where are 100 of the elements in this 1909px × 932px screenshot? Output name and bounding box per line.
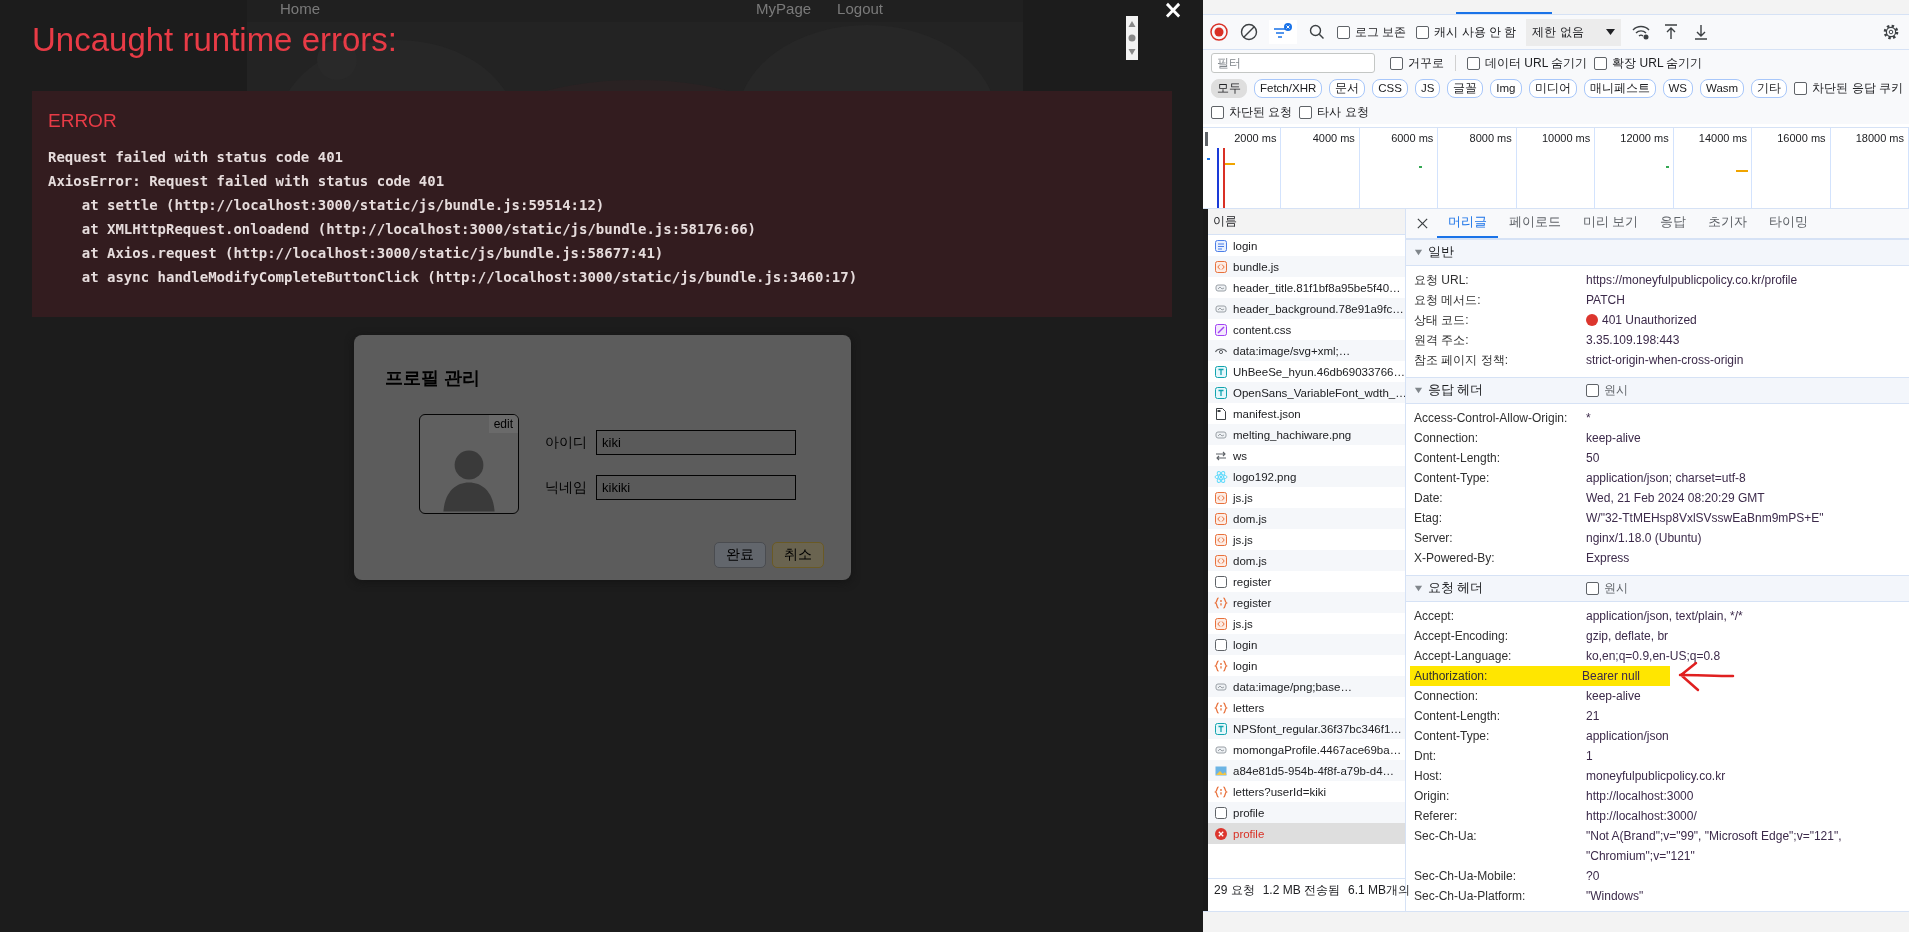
file-icon [1214,406,1228,421]
checkbox[interactable] [1467,56,1480,70]
request-name: content.css [1233,323,1292,336]
edit-button[interactable]: edit [488,415,518,433]
request-row[interactable]: register [1208,592,1405,613]
header-name: Connection: [1414,688,1480,705]
close-icon[interactable] [1416,217,1429,230]
request-row[interactable]: content.css [1208,319,1405,340]
type-filter-chip[interactable]: Wasm [1700,78,1745,98]
request-row[interactable]: login [1208,655,1405,676]
checkbox-label: 타사 요청 [1317,103,1369,121]
nav-link[interactable]: MyPage [756,0,812,18]
tab[interactable]: 미리 보기 [1572,209,1650,238]
section-title[interactable]: 응답 헤더 [1428,382,1484,399]
header-value: Bearer null [1582,666,1671,686]
section-title[interactable]: 일반 [1428,244,1454,261]
type-filter-chip[interactable]: 미디어 [1528,78,1577,98]
scroll-control-icon[interactable] [1126,16,1138,60]
tab[interactable]: 응답 [1649,209,1698,238]
type-filter-chip[interactable]: Img [1490,78,1522,98]
checkbox[interactable] [1586,582,1599,595]
confirm-button[interactable]: 완료 [714,542,766,568]
close-button[interactable]: × [1158,0,1187,22]
settings-icon[interactable] [1881,22,1901,42]
request-row[interactable]: login [1208,235,1405,256]
checkbox-label: 거꾸로 [1408,54,1444,72]
type-filter-chip[interactable]: 글꼴 [1447,78,1484,98]
request-name: login [1233,659,1258,672]
header-value: application/json; charset=utf-8 [1586,470,1746,487]
filter-field[interactable]: 필터 [1211,53,1375,73]
expand-triangle-icon[interactable] [1414,248,1423,257]
request-row[interactable]: profile [1208,802,1405,823]
request-row[interactable]: js.js [1208,487,1405,508]
record-button[interactable] [1209,22,1229,42]
request-row[interactable]: ws [1208,445,1405,466]
type-filter-chip[interactable]: Fetch/XHR [1254,78,1323,98]
request-row[interactable]: profile [1208,823,1405,844]
summary-text: 1.2 MB 전송됨 [1262,881,1341,899]
request-row[interactable]: register [1208,571,1405,592]
type-filter-chip[interactable]: 문서 [1329,78,1366,98]
type-filter-chip[interactable]: JS [1414,78,1441,98]
cancel-button[interactable]: 취소 [772,542,824,568]
header-value: 1 [1586,748,1593,765]
request-row[interactable]: NPSfont_regular.36f37bc346f1… [1208,718,1405,739]
request-row[interactable]: dom.js [1208,550,1405,571]
header-value: "Windows" [1586,888,1644,905]
nav-link[interactable]: Logout [837,0,883,18]
checkbox[interactable] [1416,25,1430,39]
request-row[interactable]: js.js [1208,529,1405,550]
request-row[interactable]: OpenSans_VariableFont_wdth_… [1208,382,1405,403]
column-header[interactable]: 이름 [1208,209,1405,235]
error-heading: ERROR [48,109,118,133]
request-row[interactable]: manifest.json [1208,403,1405,424]
header-value: keep-alive [1586,688,1641,705]
request-row[interactable]: header_background.78e91a9fc… [1208,298,1405,319]
request-row[interactable]: login [1208,634,1405,655]
type-filter-chip[interactable]: 모두 [1211,78,1247,98]
clear-icon[interactable] [1239,22,1259,42]
checkbox[interactable] [1594,56,1608,70]
request-row[interactable]: data:image/svg+xml;… [1208,340,1405,361]
request-row[interactable]: js.js [1208,613,1405,634]
checkbox[interactable] [1337,25,1350,39]
checkbox[interactable] [1390,56,1403,70]
type-filter-chip[interactable]: CSS [1372,78,1408,98]
type-filter-chip[interactable]: 매니페스트 [1583,78,1656,98]
type-filter-chip[interactable]: 기타 [1751,78,1788,98]
checkbox[interactable] [1299,105,1313,119]
expand-triangle-icon[interactable] [1414,584,1423,593]
type-filter-chip[interactable]: WS [1662,78,1694,98]
checkbox[interactable] [1586,384,1599,397]
request-row[interactable]: bundle.js [1208,256,1405,277]
search-icon[interactable] [1307,22,1327,42]
tab[interactable]: 초기자 [1697,209,1759,238]
nav-link[interactable]: Home [280,0,320,18]
request-row[interactable]: UhBeeSe_hyun.46db69033766… [1208,361,1405,382]
tab[interactable]: 페이로드 [1498,209,1572,238]
request-row[interactable]: logo192.png [1208,466,1405,487]
expand-triangle-icon[interactable] [1414,386,1423,395]
section-title[interactable]: 요청 헤더 [1428,580,1484,597]
tab[interactable]: 타이밍 [1758,209,1820,238]
timeline-tick-label: 4000 ms [1312,132,1355,144]
request-row[interactable]: letters?userId=kiki [1208,781,1405,802]
request-row[interactable]: dom.js [1208,508,1405,529]
request-row[interactable]: letters [1208,697,1405,718]
header-name: Referer: [1414,808,1459,825]
filter-icon[interactable] [1269,20,1297,44]
request-name: data:image/png;base… [1233,680,1352,693]
request-row[interactable]: a84e81d5-954b-4f8f-a79b-d4… [1208,760,1405,781]
request-row[interactable]: header_title.81f1bf8a95be5f40… [1208,277,1405,298]
request-name: dom.js [1233,554,1267,567]
checkbox[interactable] [1794,81,1808,95]
header-value: http://localhost:3000 [1586,788,1694,805]
request-row[interactable]: melting_hachiware.png [1208,424,1405,445]
timeline-tick-label: 16000 ms [1777,132,1826,144]
request-row[interactable]: data:image/png;base… [1208,676,1405,697]
header-name: Dnt: [1414,748,1437,765]
header-name: Connection: [1414,430,1480,447]
checkbox[interactable] [1211,105,1224,119]
request-row[interactable]: momongaProfile.4467ace69ba… [1208,739,1405,760]
throttling-select[interactable]: 제한 없음 [1526,18,1621,46]
